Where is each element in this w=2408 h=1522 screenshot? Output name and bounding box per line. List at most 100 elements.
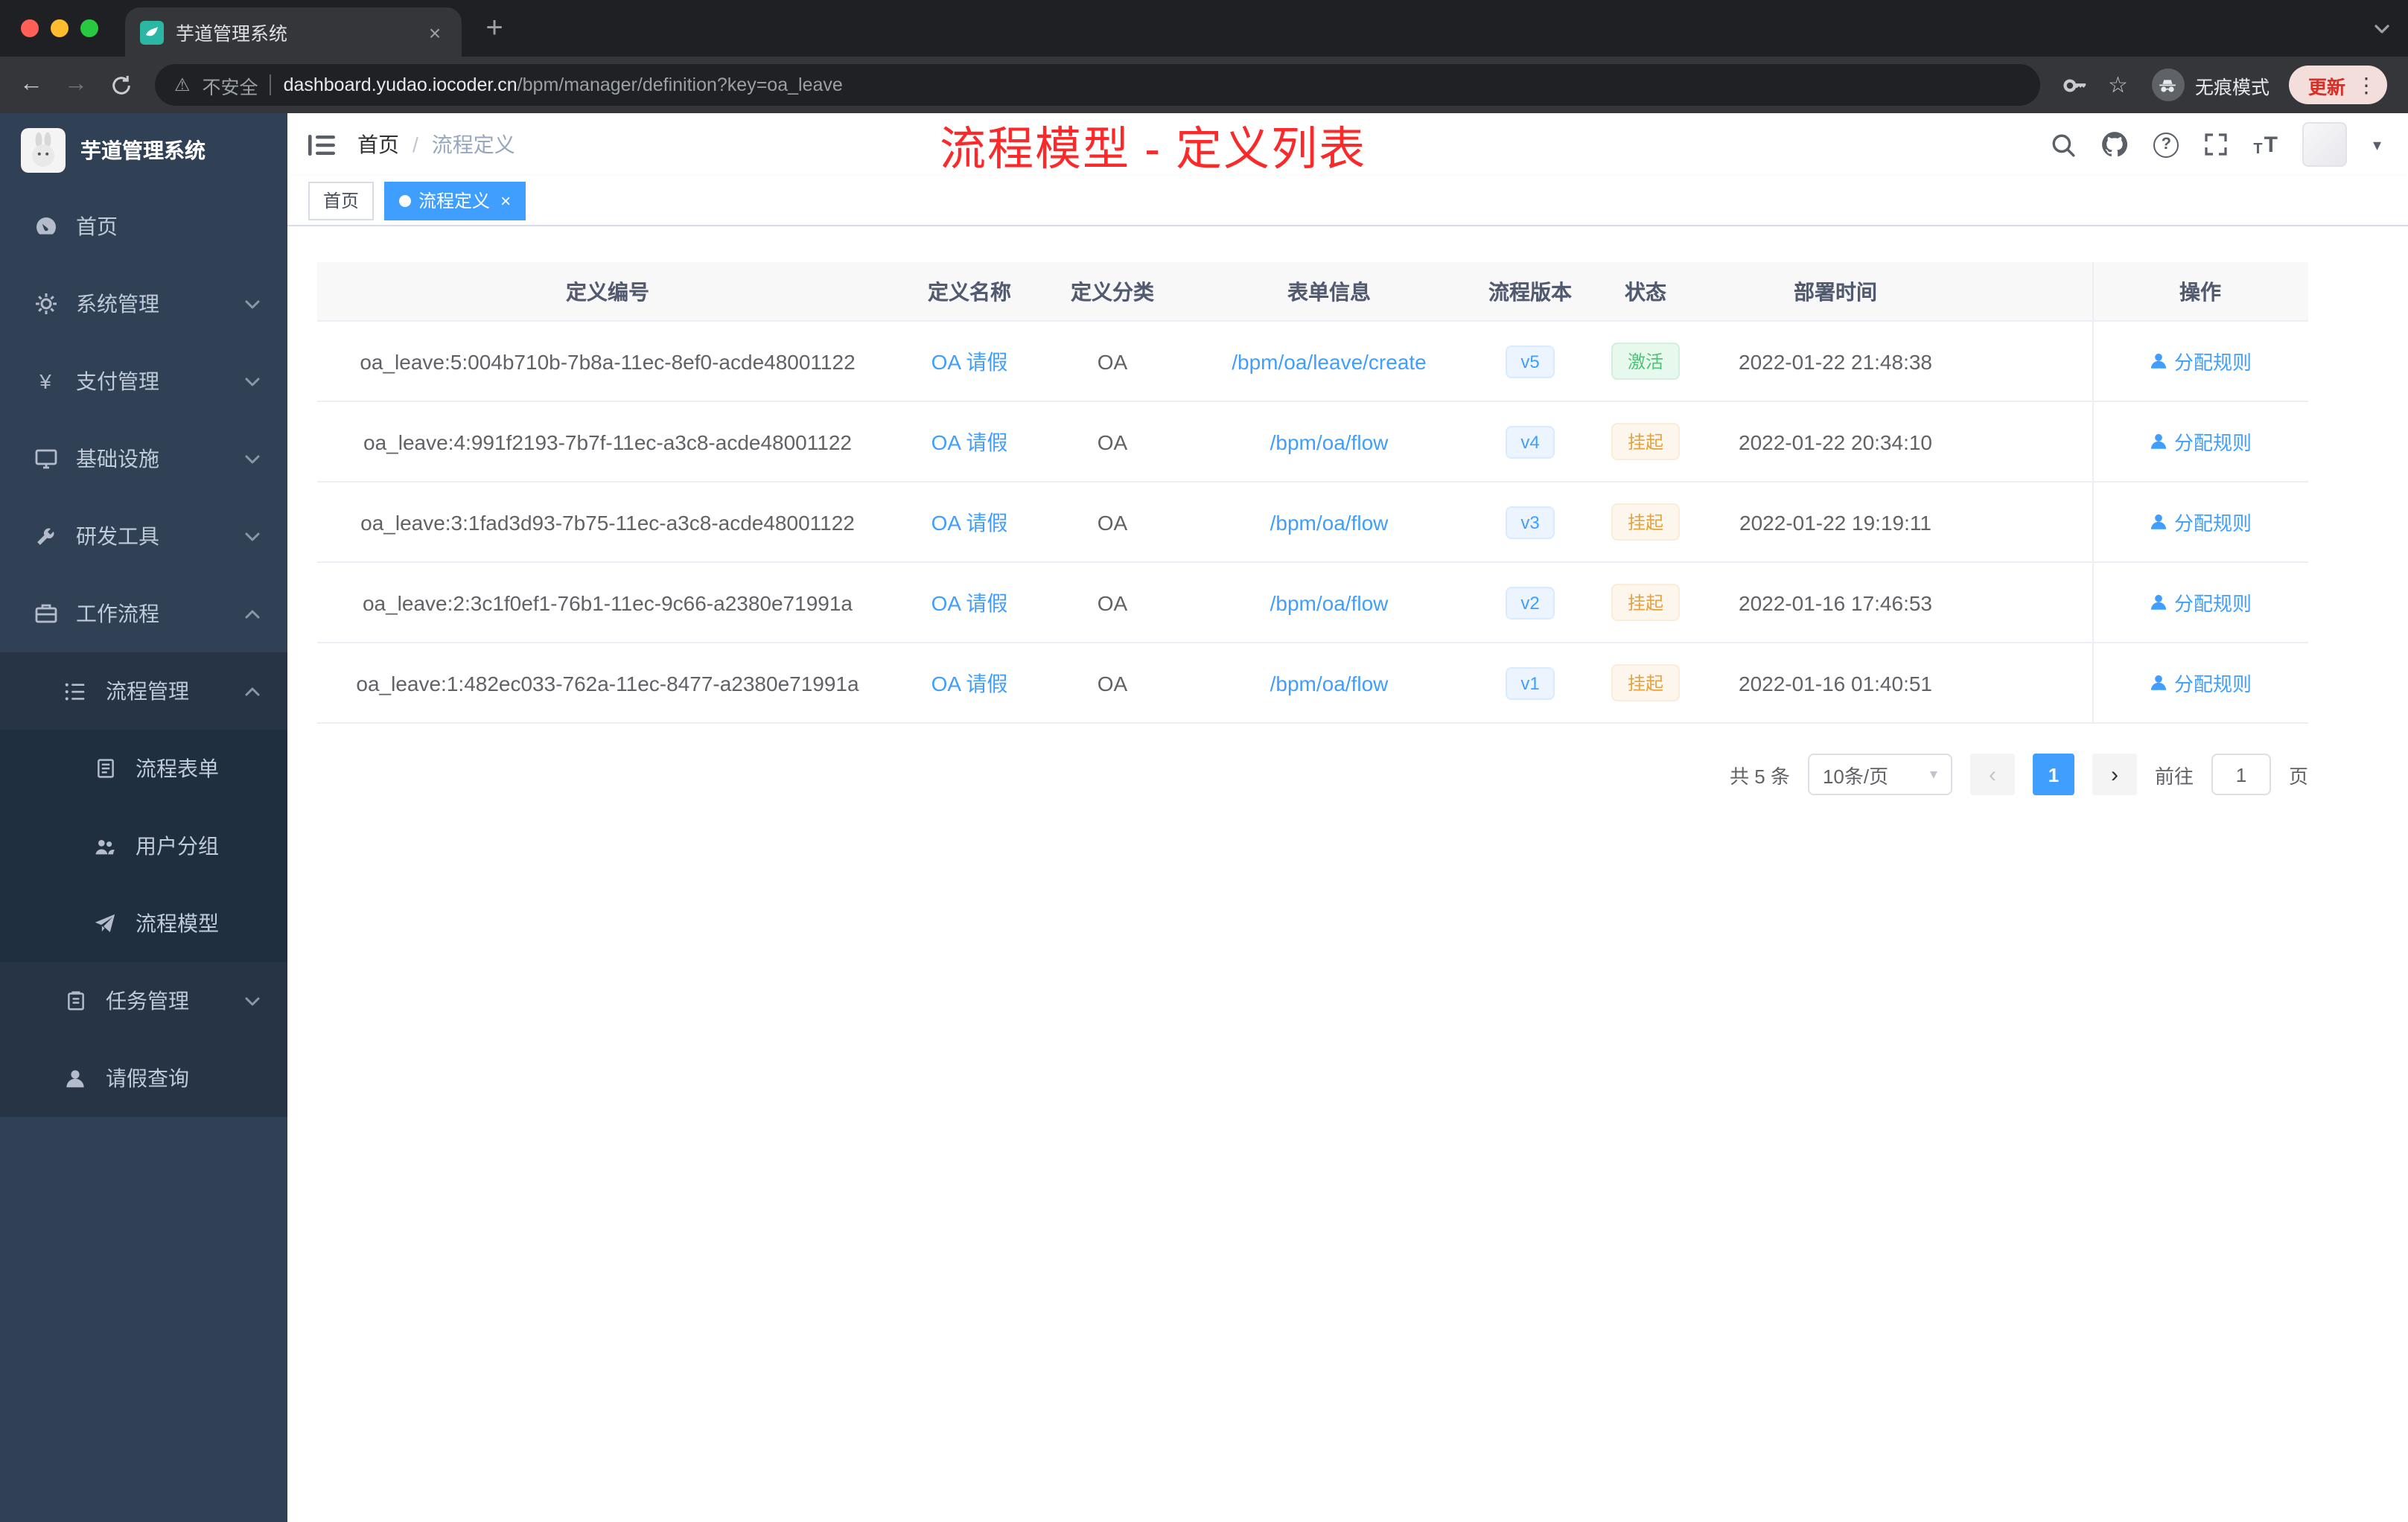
yen-icon: ¥	[39, 369, 51, 393]
new-tab-button[interactable]: +	[474, 7, 515, 49]
update-button[interactable]: 更新 ⋮	[2288, 66, 2387, 104]
site-favicon-icon	[140, 20, 164, 44]
status-badge: 挂起	[1611, 423, 1680, 460]
tag-close-icon[interactable]: ×	[500, 190, 511, 211]
cell-deploy-time: 2022-01-22 20:34:10	[1739, 430, 1932, 453]
definition-name-link[interactable]: OA 请假	[931, 430, 1008, 453]
cell-deploy-time: 2022-01-22 19:19:11	[1739, 510, 1931, 534]
col-version: 流程版本	[1488, 279, 1572, 303]
sidebar-item-process-model[interactable]: 流程模型	[0, 885, 287, 962]
search-icon[interactable]	[2051, 132, 2076, 157]
browser-tab-strip: 芋道管理系统 × +	[0, 0, 2408, 57]
sidebar-item-workflow[interactable]: 工作流程	[0, 575, 287, 652]
status-badge: 激活	[1611, 343, 1680, 380]
cell-deploy-time: 2022-01-16 01:40:51	[1739, 671, 1932, 695]
tag-home[interactable]: 首页	[308, 181, 375, 220]
chevron-down-icon	[244, 531, 261, 541]
cell-deploy-time: 2022-01-16 17:46:53	[1739, 590, 1932, 614]
forward-button[interactable]: →	[54, 63, 98, 107]
bookmark-star-icon[interactable]: ☆	[2108, 71, 2128, 98]
tab-list-chevron-icon[interactable]	[2374, 23, 2390, 34]
sidebar-item-process-form[interactable]: 流程表单	[0, 730, 287, 807]
form-info-link[interactable]: /bpm/oa/flow	[1270, 671, 1389, 695]
version-badge: v3	[1506, 506, 1555, 538]
status-badge: 挂起	[1611, 503, 1680, 541]
table-row: oa_leave:2:3c1f0ef1-76b1-11ec-9c66-a2380…	[317, 563, 2308, 643]
col-form-info: 表单信息	[1287, 279, 1371, 303]
assign-rule-button[interactable]: 分配规则	[2149, 347, 2252, 375]
address-bar[interactable]: ⚠ 不安全 dashboard.yudao.iocoder.cn/bpm/man…	[155, 64, 2040, 106]
cell-definition-id: oa_leave:1:482ec033-762a-11ec-8477-a2380…	[356, 671, 859, 695]
sidebar-toggle-icon[interactable]	[308, 133, 335, 156]
tag-process-definition[interactable]: 流程定义 ×	[384, 181, 526, 220]
avatar-chevron-down-icon[interactable]: ▾	[2373, 135, 2381, 154]
password-key-icon[interactable]	[2062, 72, 2087, 98]
assign-rule-button[interactable]: 分配规则	[2149, 427, 2252, 456]
sidebar-item-task-mgmt[interactable]: 任务管理	[0, 962, 287, 1039]
sidebar-item-payment[interactable]: ¥ 支付管理	[0, 343, 287, 420]
prev-page-button[interactable]: ‹	[1969, 754, 2015, 795]
sidebar-item-process-mgmt[interactable]: 流程管理	[0, 652, 287, 730]
browser-tab[interactable]: 芋道管理系统 ×	[125, 7, 462, 57]
sidebar-item-devtools[interactable]: 研发工具	[0, 497, 287, 575]
definition-table: 定义编号 定义名称 定义分类 表单信息 流程版本 状态 部署时间 操作 oa_l…	[317, 262, 2308, 724]
page-url: dashboard.yudao.iocoder.cn/bpm/manager/d…	[283, 74, 843, 95]
sidebar-item-home[interactable]: 首页	[0, 188, 287, 265]
fullscreen-icon[interactable]	[2204, 133, 2228, 156]
page-number-button[interactable]: 1	[2032, 754, 2074, 795]
sidebar-item-leave-query[interactable]: 请假查询	[0, 1039, 287, 1117]
assign-rule-button[interactable]: 分配规则	[2149, 588, 2252, 617]
window-zoom-button[interactable]	[80, 19, 98, 37]
chevron-down-icon	[244, 376, 261, 386]
definition-name-link[interactable]: OA 请假	[931, 510, 1008, 534]
form-info-link[interactable]: /bpm/oa/flow	[1270, 590, 1389, 614]
breadcrumb: 首页 / 流程定义	[357, 130, 515, 159]
goto-page-input[interactable]	[2211, 754, 2271, 795]
tab-close-icon[interactable]: ×	[423, 20, 447, 44]
window-minimize-button[interactable]	[51, 19, 69, 37]
user-avatar[interactable]	[2302, 122, 2348, 167]
cell-category: OA	[1097, 349, 1128, 373]
tab-title: 芋道管理系统	[176, 24, 288, 45]
form-info-link[interactable]: /bpm/oa/leave/create	[1232, 349, 1427, 373]
app-title: 芋道管理系统	[80, 138, 206, 162]
cell-category: OA	[1097, 671, 1128, 695]
page-annotation-title: 流程模型 - 定义列表	[940, 123, 1367, 175]
navbar-actions: ? TT ▾	[2051, 122, 2381, 167]
clipboard-icon	[63, 990, 88, 1011]
back-button[interactable]: ←	[9, 63, 54, 107]
next-page-button[interactable]: ›	[2092, 754, 2137, 795]
github-icon[interactable]	[2101, 131, 2128, 158]
incognito-badge: 无痕模式	[2151, 69, 2270, 101]
help-icon[interactable]: ?	[2153, 132, 2179, 157]
col-category: 定义分类	[1071, 279, 1154, 303]
form-info-link[interactable]: /bpm/oa/flow	[1270, 510, 1389, 534]
page-size-select[interactable]: 10条/页 ▾	[1807, 754, 1952, 795]
wrench-icon	[33, 525, 58, 547]
cell-definition-id: oa_leave:4:991f2193-7b7f-11ec-a3c8-acde4…	[363, 430, 852, 453]
version-badge: v2	[1506, 586, 1555, 619]
cell-category: OA	[1097, 590, 1128, 614]
definition-name-link[interactable]: OA 请假	[931, 349, 1008, 373]
app-frame: 芋道管理系统 首页 系统管理 ¥ 支付管理 基础设施 研发工具 工作流程 流程管…	[0, 113, 2408, 1522]
sidebar-item-system[interactable]: 系统管理	[0, 265, 287, 343]
font-size-icon[interactable]: TT	[2253, 132, 2278, 157]
assign-rule-button[interactable]: 分配规则	[2149, 508, 2252, 536]
definition-name-link[interactable]: OA 请假	[931, 671, 1008, 695]
col-status: 状态	[1625, 279, 1666, 303]
list-icon	[63, 680, 88, 702]
table-row: oa_leave:4:991f2193-7b7f-11ec-a3c8-acde4…	[317, 402, 2308, 483]
reload-button[interactable]	[98, 63, 143, 107]
menu-kebab-icon[interactable]: ⋮	[2356, 72, 2377, 98]
form-info-link[interactable]: /bpm/oa/flow	[1270, 430, 1389, 453]
version-badge: v1	[1506, 666, 1555, 699]
cell-definition-id: oa_leave:3:1fad3d93-7b75-11ec-a3c8-acde4…	[360, 510, 855, 534]
definition-name-link[interactable]: OA 请假	[931, 590, 1008, 614]
incognito-icon	[2151, 69, 2185, 101]
window-close-button[interactable]	[21, 19, 39, 37]
breadcrumb-home[interactable]: 首页	[357, 130, 399, 159]
assign-rule-button[interactable]: 分配规则	[2149, 669, 2252, 697]
sidebar-item-infra[interactable]: 基础设施	[0, 420, 287, 497]
sidebar-item-user-group[interactable]: 用户分组	[0, 807, 287, 885]
paper-plane-icon	[92, 912, 118, 934]
